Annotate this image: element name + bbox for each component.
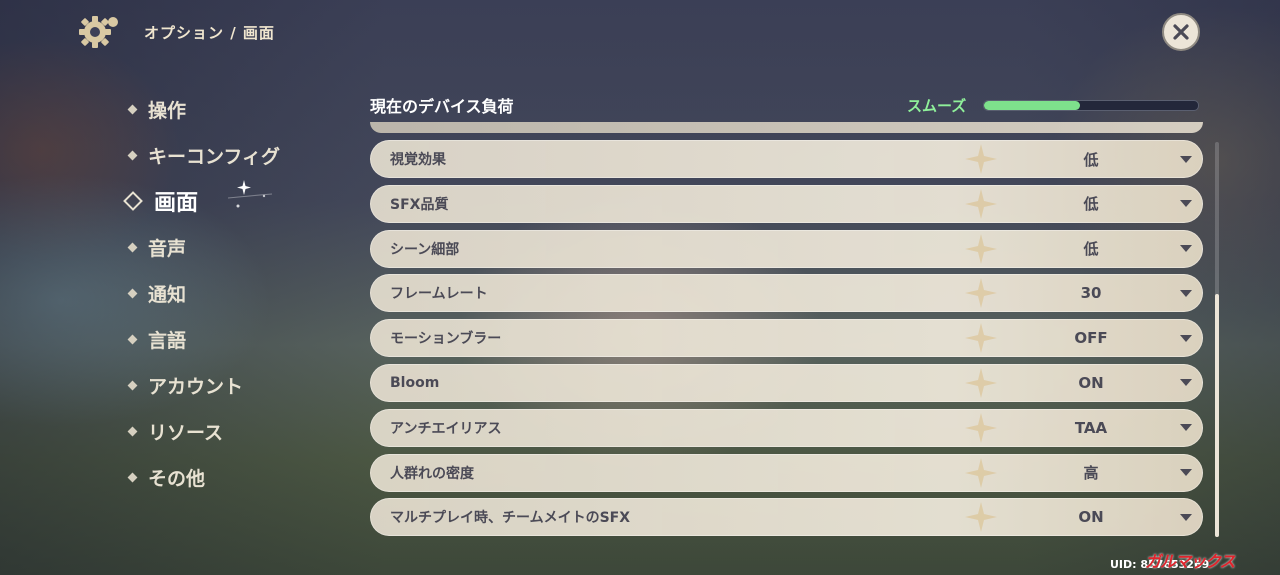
device-load-indicator: 現在のデバイス負荷 スムーズ bbox=[370, 90, 1200, 120]
setting-value: ON bbox=[1078, 508, 1104, 527]
sidebar-item-controls[interactable]: 操作 bbox=[126, 86, 280, 132]
diamond-icon bbox=[127, 380, 138, 390]
setting-label: フレームレート bbox=[390, 286, 488, 303]
device-load-fill bbox=[984, 100, 1081, 110]
star-decoration-icon bbox=[965, 502, 997, 533]
setting-label: Bloom bbox=[390, 374, 440, 391]
sidebar-item-resources[interactable]: リソース bbox=[126, 408, 280, 454]
setting-row-frame-rate[interactable]: フレームレート 30 bbox=[370, 274, 1203, 313]
setting-row-anti-aliasing[interactable]: アンチエイリアス TAA bbox=[370, 408, 1203, 447]
star-decoration-icon bbox=[965, 278, 997, 309]
dropdown-arrow-icon[interactable] bbox=[1180, 379, 1192, 387]
setting-row-scene-detail[interactable]: シーン細部 低 bbox=[370, 229, 1203, 268]
setting-value: TAA bbox=[1074, 418, 1108, 437]
sidebar-item-label: アカウント bbox=[148, 375, 244, 398]
device-load-bar bbox=[983, 99, 1199, 111]
setting-label: シーン細部 bbox=[390, 241, 460, 258]
dropdown-arrow-icon[interactable] bbox=[1180, 289, 1192, 297]
device-load-title: 現在のデバイス負荷 bbox=[370, 97, 514, 116]
star-decoration-icon bbox=[965, 188, 997, 219]
setting-value: 30 bbox=[1080, 284, 1102, 303]
sidebar-item-language[interactable]: 言語 bbox=[126, 316, 280, 362]
close-button[interactable] bbox=[1162, 13, 1200, 51]
diamond-icon bbox=[127, 288, 138, 298]
diamond-icon bbox=[127, 334, 138, 344]
scrollbar-thumb[interactable] bbox=[1215, 294, 1219, 537]
dropdown-arrow-icon[interactable] bbox=[1180, 513, 1192, 521]
sidebar-item-account[interactable]: アカウント bbox=[126, 362, 280, 408]
dropdown-arrow-icon[interactable] bbox=[1180, 155, 1192, 163]
diamond-icon bbox=[127, 150, 138, 160]
setting-row-crowd-density[interactable]: 人群れの密度 高 bbox=[370, 453, 1203, 492]
diamond-icon bbox=[127, 104, 138, 114]
sidebar-item-notifications[interactable]: 通知 bbox=[126, 270, 280, 316]
sidebar-item-label: キーコンフィグ bbox=[148, 145, 281, 168]
setting-label: モーションブラー bbox=[390, 331, 502, 348]
setting-row-motion-blur[interactable]: モーションブラー OFF bbox=[370, 319, 1203, 358]
setting-label: アンチエイリアス bbox=[390, 420, 502, 437]
sidebar-item-other[interactable]: その他 bbox=[126, 454, 280, 500]
sidebar-item-label: 操作 bbox=[148, 99, 187, 122]
star-decoration-icon bbox=[965, 367, 997, 398]
dropdown-arrow-icon[interactable] bbox=[1180, 245, 1192, 253]
setting-value: 低 bbox=[1083, 150, 1099, 169]
gear-icon bbox=[79, 16, 118, 48]
setting-row-bloom[interactable]: Bloom ON bbox=[370, 363, 1203, 402]
sidebar-item-label: 通知 bbox=[148, 283, 187, 306]
dropdown-arrow-icon[interactable] bbox=[1180, 334, 1192, 342]
header: オプション / 画面 bbox=[78, 12, 275, 52]
sidebar-item-label: その他 bbox=[148, 467, 206, 490]
sidebar-item-label: 音声 bbox=[148, 237, 187, 260]
settings-list: 視覚効果低 SFX品質低 シーン細部低 フレームレート 30 モーションブラー OF… bbox=[370, 140, 1203, 543]
sparkle-icon bbox=[228, 180, 273, 208]
dropdown-arrow-icon[interactable] bbox=[1180, 200, 1192, 208]
star-decoration-icon bbox=[965, 233, 997, 264]
star-decoration-icon bbox=[965, 323, 997, 354]
diamond-icon bbox=[127, 472, 138, 482]
setting-value: OFF bbox=[1074, 329, 1108, 348]
setting-value: 低 bbox=[1083, 195, 1099, 214]
setting-value: 高 bbox=[1083, 464, 1099, 483]
diamond-icon bbox=[127, 426, 138, 436]
sidebar-item-label: 画面 bbox=[154, 191, 199, 216]
diamond-icon bbox=[127, 242, 138, 252]
sidebar-item-audio[interactable]: 音声 bbox=[126, 224, 280, 270]
setting-row-sfx-quality[interactable]: SFX品質 低 bbox=[370, 184, 1203, 223]
setting-row-visual-effects[interactable]: 視覚効果 低 bbox=[370, 140, 1203, 178]
setting-label: 視覚効果 bbox=[390, 152, 446, 168]
close-icon bbox=[1173, 24, 1189, 40]
star-decoration-icon bbox=[965, 412, 997, 443]
setting-label: 人群れの密度 bbox=[390, 465, 474, 482]
breadcrumb: オプション / 画面 bbox=[144, 23, 275, 42]
setting-value: 低 bbox=[1083, 240, 1099, 259]
setting-row-coop-teammate-sfx[interactable]: マルチプレイ時、チームメイトのSFX ON bbox=[370, 498, 1203, 537]
dropdown-arrow-icon[interactable] bbox=[1180, 424, 1192, 432]
setting-value: ON bbox=[1078, 373, 1104, 392]
star-decoration-icon bbox=[965, 144, 997, 174]
partial-setting-row bbox=[370, 122, 1203, 133]
diamond-outline-icon bbox=[123, 191, 143, 211]
dropdown-arrow-icon[interactable] bbox=[1180, 469, 1192, 477]
sidebar-item-key-config[interactable]: キーコンフィグ bbox=[126, 132, 280, 178]
setting-label: マルチプレイ時、チームメイトのSFX bbox=[390, 510, 631, 527]
star-decoration-icon bbox=[965, 457, 997, 488]
sidebar-item-label: リソース bbox=[148, 421, 224, 444]
sidebar-item-label: 言語 bbox=[148, 329, 187, 352]
scrollbar[interactable] bbox=[1215, 142, 1219, 537]
watermark-logo: ガルマックス bbox=[1145, 552, 1236, 571]
setting-label: SFX品質 bbox=[390, 196, 449, 213]
device-load-status: スムーズ bbox=[907, 96, 967, 115]
sidebar: 操作 キーコンフィグ 画面 音声 通知 言語 アカウント リソース その他 bbox=[123, 86, 280, 500]
